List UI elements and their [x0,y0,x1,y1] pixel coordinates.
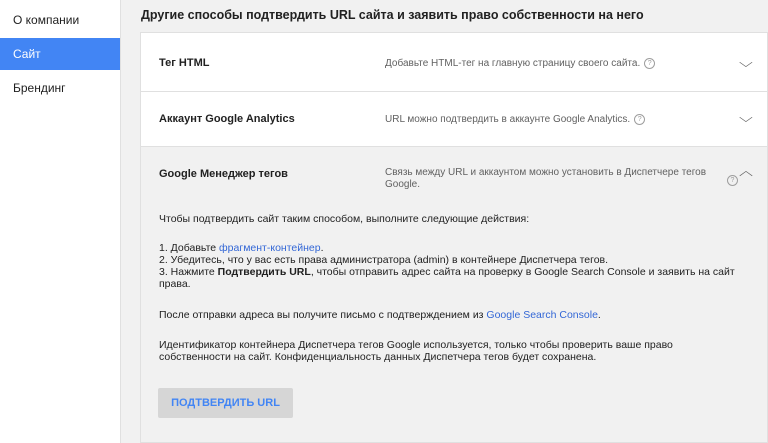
chevron-down-icon[interactable]: ⌵ [739,55,753,71]
sidebar-item-company[interactable]: О компании [0,4,120,36]
method-description-text: URL можно подтвердить в аккаунте Google … [385,114,631,126]
chevron-up-icon[interactable]: ⌵ [739,167,753,183]
method-title: Тег HTML [159,57,210,69]
step-2: 2. Убедитесь, что у вас есть права админ… [159,254,609,266]
help-circle-icon[interactable]: ? [727,175,738,186]
sidebar-item-site[interactable]: Сайт [0,38,120,70]
step-3-bold: Подтвердить URL [217,266,311,278]
instructions-steps: 1. Добавьте фрагмент-контейнер. 2. Убеди… [159,242,739,290]
step-3: 3. Нажмите Подтвердить URL, чтобы отправ… [159,266,739,290]
container-snippet-link[interactable]: фрагмент-контейнер [219,242,321,254]
section-title: Другие способы подтвердить URL сайта и з… [141,8,644,22]
step-1: 1. Добавьте фрагмент-контейнер. [159,242,739,254]
instructions-intro: Чтобы подтвердить сайт таким способом, в… [159,213,530,225]
method-html-tag[interactable]: Тег HTML Добавьте HTML-тег на главную ст… [140,32,768,92]
step-3-prefix: 3. Нажмите [159,266,218,278]
confirmation-prefix: После отправки адреса вы получите письмо… [159,309,487,321]
sidebar: О компании Сайт Брендинг [0,0,121,443]
sidebar-item-branding[interactable]: Брендинг [0,72,120,104]
step-1-prefix: 1. Добавьте [159,242,220,254]
method-description-text: Добавьте HTML-тег на главную страницу св… [385,58,641,70]
chevron-down-icon[interactable]: ⌵ [739,110,753,126]
method-description: Добавьте HTML-тег на главную страницу св… [385,58,656,70]
method-description: Связь между URL и аккаунтом можно устано… [385,167,707,190]
method-google-analytics[interactable]: Аккаунт Google Analytics URL можно подтв… [140,92,768,147]
confirmation-note: После отправки адреса вы получите письмо… [159,309,739,321]
help-circle-icon[interactable]: ? [644,58,656,69]
method-title: Google Менеджер тегов [159,168,288,180]
help-circle-icon[interactable]: ? [634,114,646,125]
method-title: Аккаунт Google Analytics [159,113,295,125]
method-google-tag-manager: Google Менеджер тегов Связь между URL и … [140,147,768,443]
confirmation-suffix: . [597,309,601,321]
main-content: Другие способы подтвердить URL сайта и з… [121,0,768,443]
privacy-note: Идентификатор контейнера Диспетчера тего… [159,339,673,363]
verify-url-button[interactable]: ПОДТВЕРДИТЬ URL [158,388,293,418]
search-console-link[interactable]: Google Search Console [486,309,598,321]
method-description: URL можно подтвердить в аккаунте Google … [385,114,646,126]
step-1-suffix: . [320,242,324,254]
